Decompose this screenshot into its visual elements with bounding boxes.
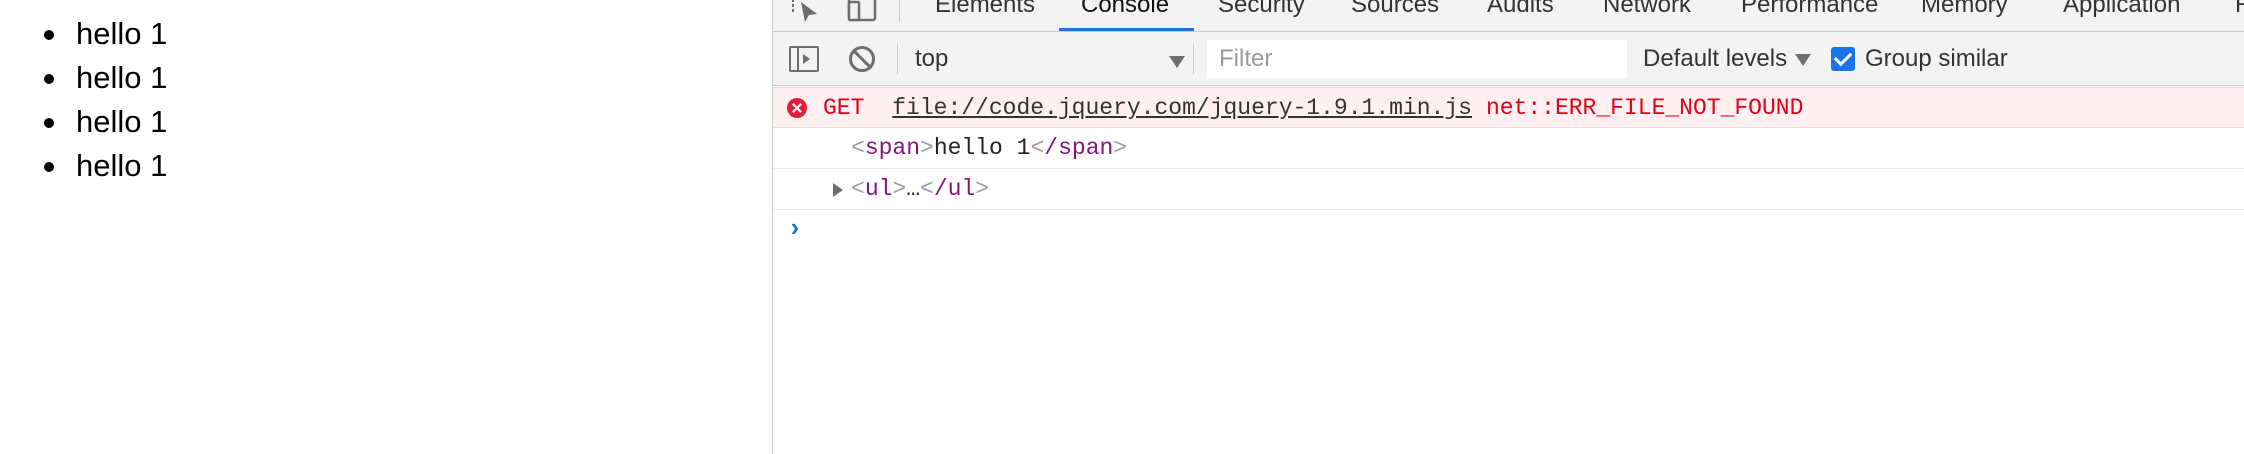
devtools-panel: Elements Console Security Sources Audits… [772,0,2244,454]
log-message-ul[interactable]: <ul>…</ul> [773,169,2244,210]
log-message-span[interactable]: <span>hello 1</span> [773,128,2244,169]
tab-network[interactable]: Network [1603,0,1691,30]
console-toolbar: top Default levels Group similar [773,32,2244,86]
show-sidebar-icon[interactable] [789,46,819,72]
execution-context-select[interactable]: top [915,42,1193,76]
bullet-icon [44,74,54,84]
tab-elements[interactable]: Elements [935,0,1035,30]
toolbar-divider [899,0,900,22]
tab-performance[interactable]: Performance [1741,0,1878,30]
web-page: hello 1 hello 1 hello 1 hello 1 [0,0,772,454]
caret-down-icon [1795,53,1812,66]
log-levels-dropdown[interactable]: Default levels [1643,42,1812,76]
error-text: net::ERR_FILE_NOT_FOUND [1485,95,1804,121]
log-text: hello 1 [933,135,1031,161]
toolbar-divider [1193,44,1194,74]
devtools-tab-bar: Elements Console Security Sources Audits… [773,0,2244,32]
collapsed-ellipsis: … [906,176,921,202]
error-message: GET file://code.jquery.com/jquery-1.9.1.… [773,87,2244,128]
tab-security[interactable]: Security [1218,0,1305,30]
html-tag: span [864,135,921,161]
expand-triangle-icon[interactable] [833,183,843,197]
console-prompt[interactable]: › [773,210,2244,248]
html-tag: /ul [933,176,976,202]
tab-application[interactable]: Application [2063,0,2180,30]
toolbar-divider [897,44,898,74]
bullet-icon [44,162,54,172]
tab-sources[interactable]: Sources [1351,0,1439,30]
list-item: hello 1 [44,144,167,188]
console-messages: GET file://code.jquery.com/jquery-1.9.1.… [773,87,2244,248]
device-toolbar-icon[interactable] [845,0,879,26]
inspect-element-icon[interactable] [789,0,823,26]
list-item: hello 1 [44,100,167,144]
list-item: hello 1 [44,56,167,100]
tab-console[interactable]: Console [1081,0,1169,30]
error-url-link[interactable]: file://code.jquery.com/jquery-1.9.1.min.… [892,95,1472,121]
html-tag: ul [864,176,893,202]
list-item: hello 1 [44,12,167,56]
active-tab-indicator [1059,28,1194,31]
prompt-chevron-icon: › [787,214,803,244]
tab-memory[interactable]: Memory [1921,0,2008,30]
hello-list: hello 1 hello 1 hello 1 hello 1 [44,12,167,188]
chevron-down-icon [1169,56,1185,68]
bullet-icon [44,118,54,128]
filter-input[interactable] [1207,40,1627,78]
group-similar-checkbox[interactable] [1831,47,1855,71]
clear-console-icon[interactable] [849,46,875,72]
bullet-icon [44,30,54,40]
tab-audits[interactable]: Audits [1487,0,1554,30]
html-tag: /span [1044,135,1114,161]
group-similar-label: Group similar [1865,45,2008,72]
error-icon [787,98,807,118]
request-method: GET [823,95,865,121]
tab-overflow[interactable]: R [2235,0,2244,30]
